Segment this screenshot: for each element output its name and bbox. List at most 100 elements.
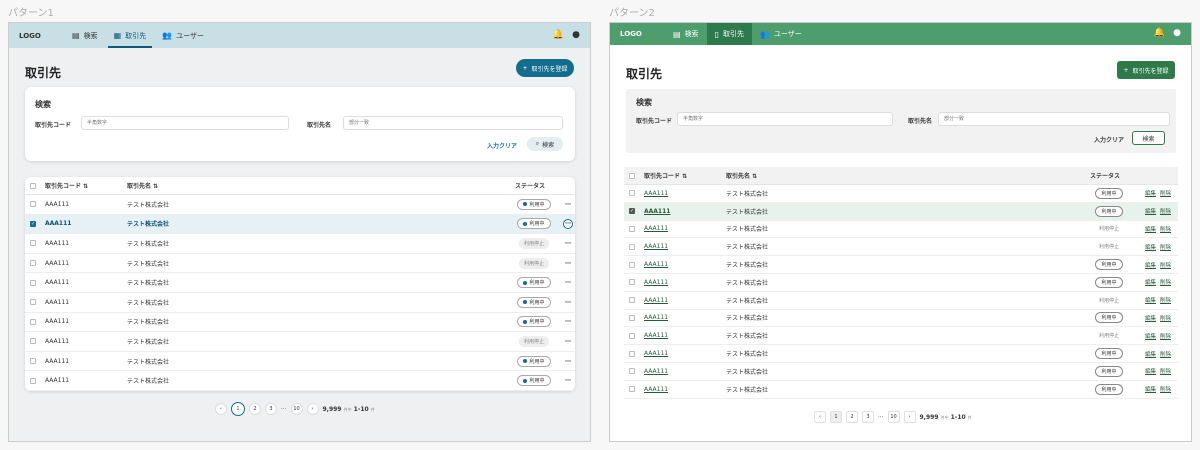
row-code-link[interactable]: AAA111 <box>644 190 726 197</box>
page-2[interactable]: 2 <box>846 411 858 423</box>
row-code-link[interactable]: AAA111 <box>644 350 726 357</box>
table-row[interactable]: AAA111 テスト株式会社 利用停止 編集 削除 <box>624 238 1178 257</box>
row-checkbox[interactable] <box>30 338 36 345</box>
page-3[interactable]: 3 <box>862 411 874 423</box>
edit-link[interactable]: 編集 <box>1145 243 1156 251</box>
delete-link[interactable]: 削除 <box>1160 367 1171 375</box>
table-row[interactable]: AAA111 テスト株式会社 利用中 編集 削除 <box>624 363 1178 381</box>
table-row[interactable]: AAA111 テスト株式会社 利用中 編集 削除 <box>624 345 1178 363</box>
clear-button[interactable]: 入力クリア <box>1094 135 1124 144</box>
nav-users[interactable]: 👥 ユーザー <box>154 23 212 48</box>
more-icon[interactable]: ⋯ <box>563 299 573 306</box>
edit-link[interactable]: 編集 <box>1145 207 1156 215</box>
row-checkbox[interactable] <box>30 358 36 365</box>
row-checkbox[interactable] <box>629 297 635 304</box>
table-row[interactable]: AAA111 テスト株式会社 利用中 ⋯ <box>25 195 575 215</box>
row-checkbox[interactable] <box>629 190 635 197</box>
prev-page-icon[interactable]: ‹ <box>215 403 227 415</box>
nav-search[interactable]: ▤ 検索 <box>665 23 707 45</box>
row-checkbox[interactable] <box>629 261 635 268</box>
edit-link[interactable]: 編集 <box>1145 350 1156 358</box>
more-icon[interactable]: ⋯ <box>563 338 573 345</box>
next-page-icon[interactable]: › <box>306 403 319 415</box>
nav-users[interactable]: 👥 ユーザー <box>752 23 810 45</box>
page-2[interactable]: 2 <box>249 403 261 415</box>
row-checkbox[interactable] <box>629 243 635 250</box>
edit-link[interactable]: 編集 <box>1145 296 1156 304</box>
row-checkbox[interactable] <box>629 225 635 232</box>
register-button[interactable]: + 取引先を登録 <box>1117 61 1175 79</box>
delete-link[interactable]: 削除 <box>1160 278 1171 286</box>
delete-link[interactable]: 削除 <box>1160 243 1171 251</box>
clear-button[interactable]: 入力クリア <box>487 141 517 150</box>
bell-icon[interactable]: 🔔 <box>553 30 564 40</box>
header-name[interactable]: 取引先名 ⇅ <box>127 181 515 190</box>
table-row[interactable]: AAA111 テスト株式会社 利用中 ⋯ <box>25 273 575 293</box>
more-icon[interactable]: ⋯ <box>563 218 573 229</box>
row-checkbox[interactable]: ✓ <box>629 208 635 215</box>
account-icon[interactable]: ● <box>1173 28 1181 38</box>
code-input[interactable] <box>81 116 289 130</box>
header-name[interactable]: 取引先名 ⇅ <box>726 171 1090 180</box>
row-checkbox[interactable] <box>629 332 635 339</box>
delete-link[interactable]: 削除 <box>1160 332 1171 340</box>
name-input[interactable] <box>343 116 563 130</box>
edit-link[interactable]: 編集 <box>1145 189 1156 197</box>
table-row[interactable]: AAA111 テスト株式会社 利用中 編集 削除 <box>624 310 1178 328</box>
table-row[interactable]: AAA111 テスト株式会社 利用中 ⋯ <box>25 371 575 391</box>
row-checkbox[interactable] <box>629 314 635 321</box>
row-checkbox[interactable] <box>629 368 635 375</box>
delete-link[interactable]: 削除 <box>1160 296 1171 304</box>
delete-link[interactable]: 削除 <box>1160 207 1171 215</box>
page-1[interactable]: 1 <box>231 402 245 416</box>
row-checkbox[interactable] <box>30 201 36 208</box>
more-icon[interactable]: ⋯ <box>563 318 573 325</box>
row-checkbox[interactable] <box>629 350 635 357</box>
delete-link[interactable]: 削除 <box>1160 225 1171 233</box>
delete-link[interactable]: 削除 <box>1160 261 1171 269</box>
edit-link[interactable]: 編集 <box>1145 261 1156 269</box>
row-checkbox[interactable] <box>30 240 36 247</box>
nav-partners[interactable]: ▦ 取引先 <box>106 23 155 48</box>
header-code[interactable]: 取引先コード ⇅ <box>45 181 127 190</box>
row-checkbox[interactable] <box>30 377 36 384</box>
table-row[interactable]: AAA111 テスト株式会社 利用中 編集 削除 <box>624 256 1178 274</box>
edit-link[interactable]: 編集 <box>1145 225 1156 233</box>
table-row[interactable]: AAA111 テスト株式会社 利用停止 編集 削除 <box>624 327 1178 346</box>
page-10[interactable]: 10 <box>887 411 900 423</box>
row-checkbox[interactable] <box>30 260 36 267</box>
row-code-link[interactable]: AAA111 <box>644 314 726 321</box>
nav-partners[interactable]: ▯ 取引先 <box>706 23 752 45</box>
row-code-link[interactable]: AAA111 <box>644 279 726 286</box>
code-input[interactable] <box>677 112 893 126</box>
select-all-checkbox[interactable] <box>30 182 36 189</box>
delete-link[interactable]: 削除 <box>1160 314 1171 322</box>
edit-link[interactable]: 編集 <box>1145 332 1156 340</box>
more-icon[interactable]: ⋯ <box>563 279 573 286</box>
account-icon[interactable]: ● <box>572 30 580 40</box>
row-code-link[interactable]: AAA111 <box>644 243 726 250</box>
table-row[interactable]: AAA111 テスト株式会社 利用停止 編集 削除 <box>624 292 1178 310</box>
page-3[interactable]: 3 <box>265 403 277 415</box>
row-code-link[interactable]: AAA111 <box>644 297 726 304</box>
table-row[interactable]: AAA111 テスト株式会社 利用停止 ⋯ <box>25 234 575 254</box>
table-row[interactable]: AAA111 テスト株式会社 利用停止 編集 削除 <box>624 221 1178 239</box>
search-button[interactable]: 検索 <box>1132 131 1165 145</box>
row-checkbox[interactable] <box>30 279 36 286</box>
page-1[interactable]: 1 <box>830 411 842 423</box>
row-code-link[interactable]: AAA111 <box>644 225 726 232</box>
row-checkbox[interactable] <box>629 386 635 393</box>
table-row[interactable]: ✓ AAA111 テスト株式会社 利用中 ⋯ <box>25 214 575 235</box>
more-icon[interactable]: ⋯ <box>563 377 573 384</box>
table-row[interactable]: AAA111 テスト株式会社 利用停止 ⋯ <box>25 254 575 274</box>
row-checkbox[interactable] <box>629 279 635 286</box>
table-row[interactable]: AAA111 テスト株式会社 利用中 ⋯ <box>25 352 575 372</box>
row-checkbox[interactable] <box>30 299 36 306</box>
search-button[interactable]: ⌕ 検索 <box>527 137 563 151</box>
table-row[interactable]: AAA111 テスト株式会社 利用中 編集 削除 <box>624 185 1178 203</box>
select-all-checkbox[interactable] <box>629 172 635 179</box>
more-icon[interactable]: ⋯ <box>563 260 573 267</box>
row-code-link[interactable]: AAA111 <box>644 386 726 393</box>
name-input[interactable] <box>938 112 1170 126</box>
page-10[interactable]: 10 <box>290 403 303 415</box>
